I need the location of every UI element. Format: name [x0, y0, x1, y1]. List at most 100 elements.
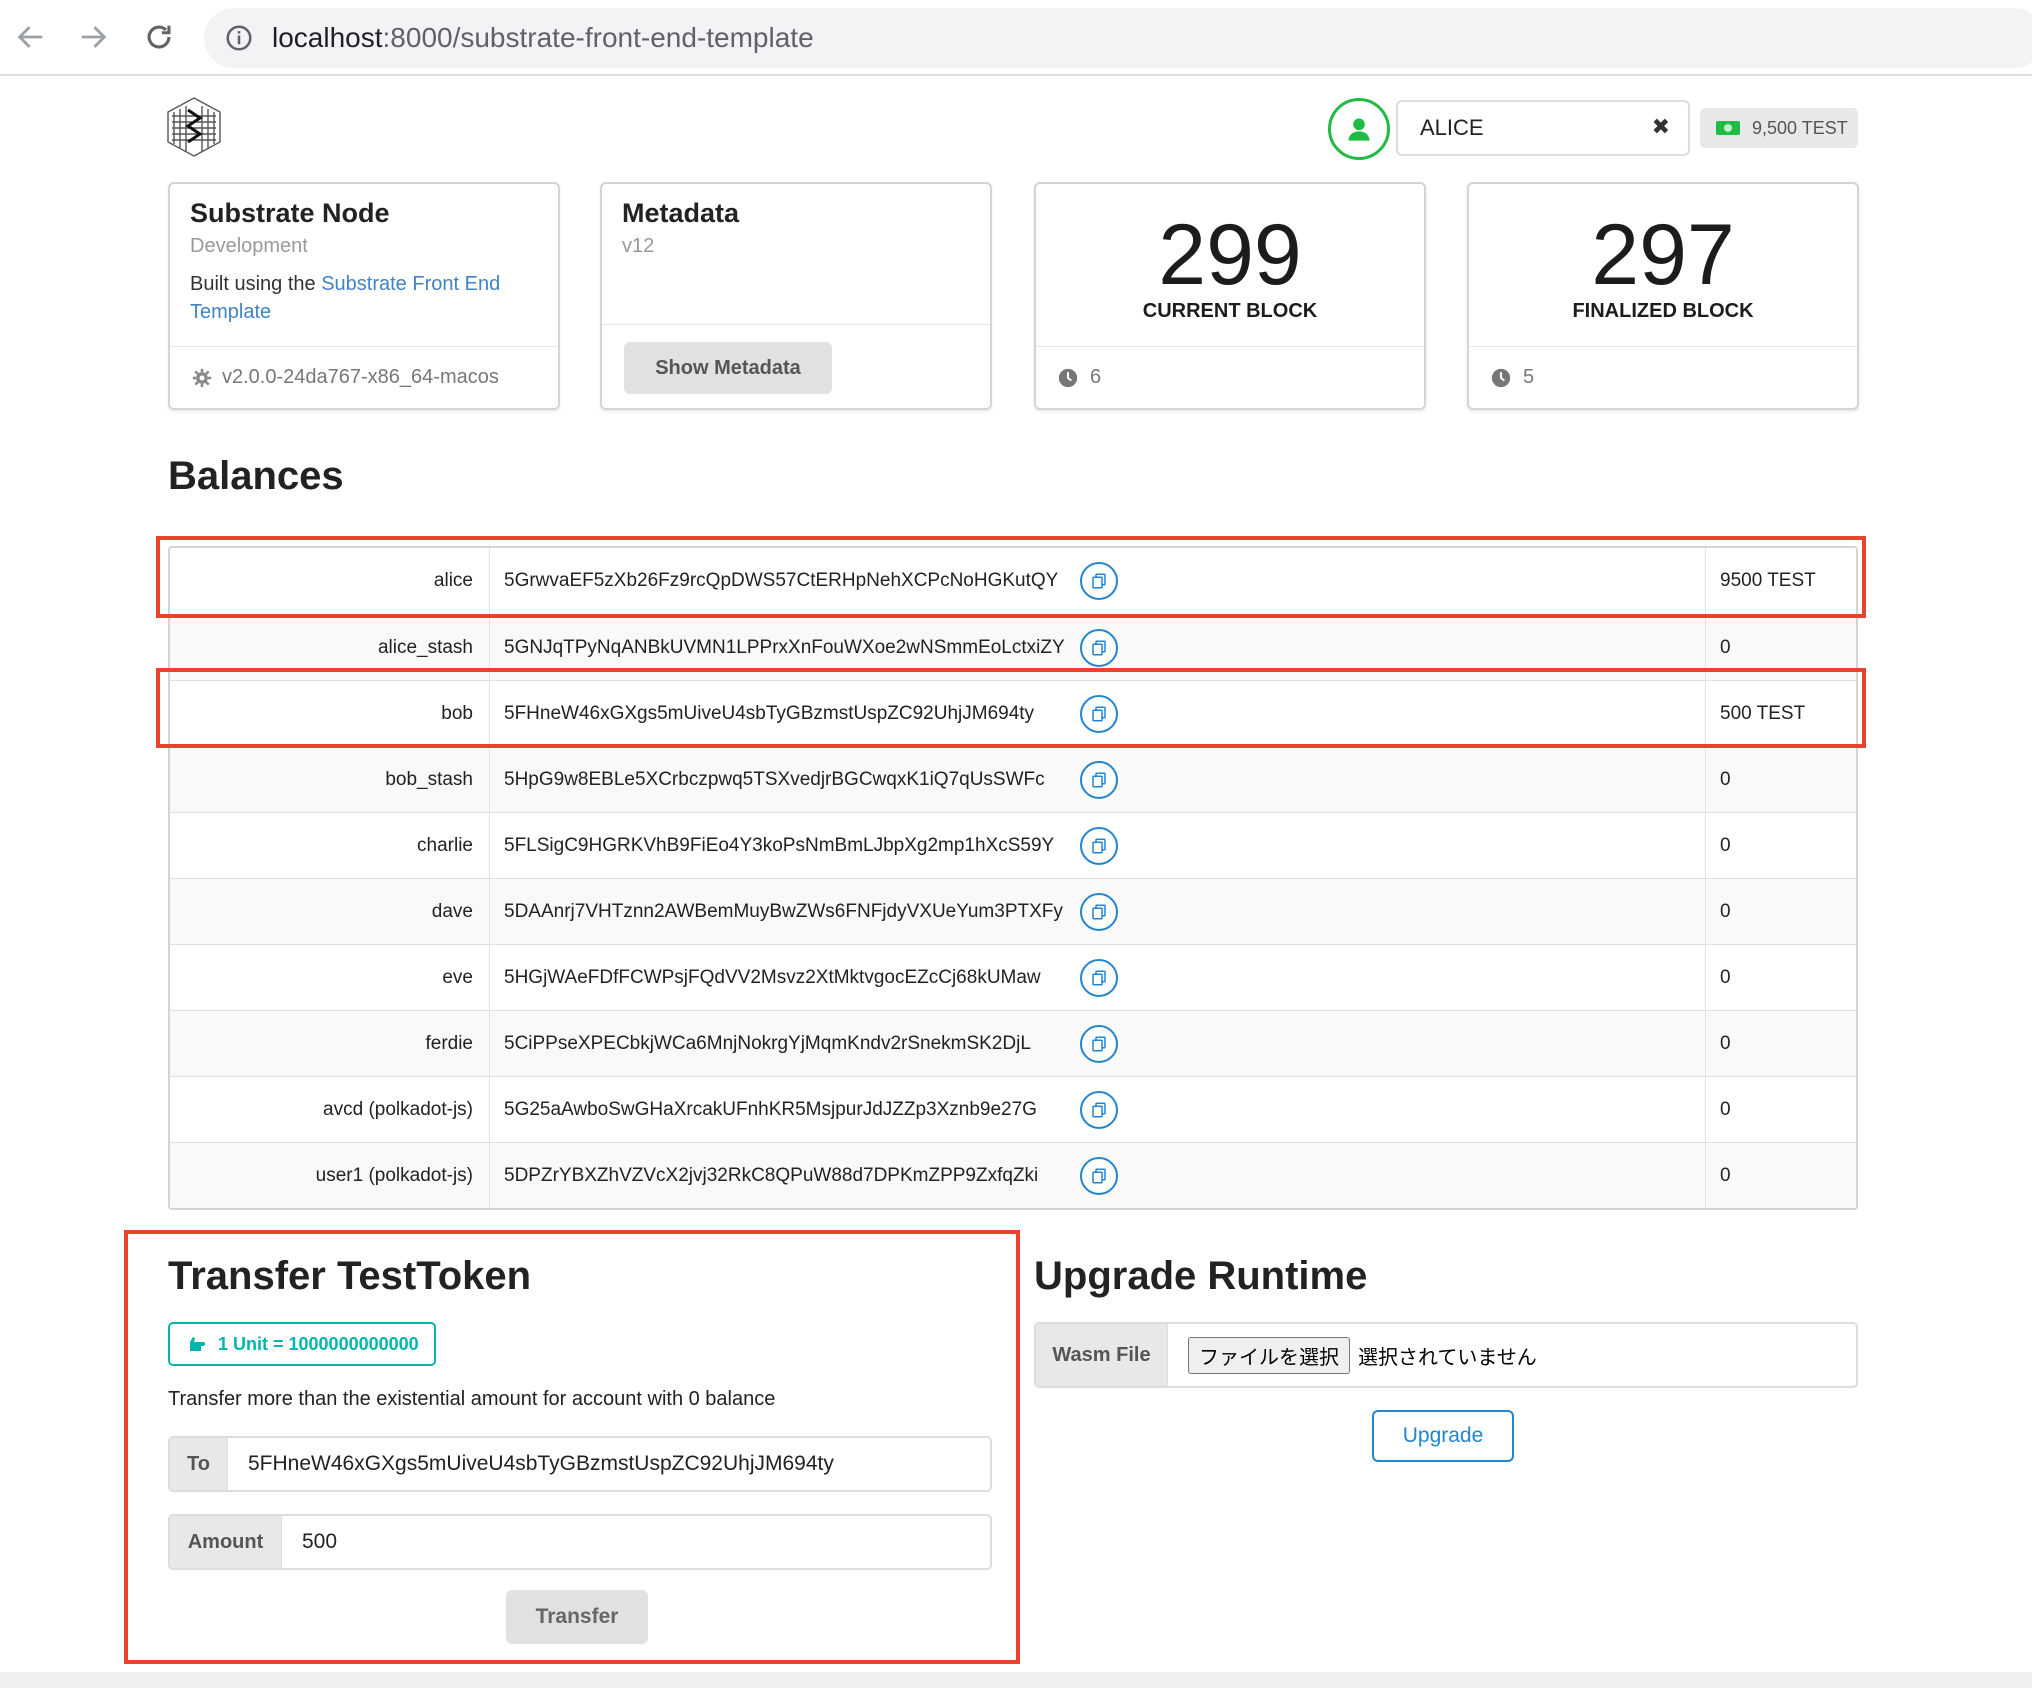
account-balance-cell: 0 [1706, 614, 1856, 680]
address-bar[interactable]: localhost:8000/substrate-front-end-templ… [204, 8, 2032, 68]
table-row: charlie 5FLSigC9HGRKVhB9FiEo4Y3koPsNmBmLJ… [170, 812, 1856, 878]
table-row: ferdie 5CiPPseXPECbkjWCa6MnjNokrgYjMqmKnd… [170, 1010, 1856, 1076]
copy-icon [1092, 970, 1106, 985]
unit-info-label: 1 Unit = 1000000000000 [168, 1322, 436, 1366]
metadata-version: v12 [622, 235, 655, 257]
account-address-cell: 5HGjWAeFDfFCWPsjFQdVV2Msvz2XtMktvgocEZcC… [490, 944, 1080, 1010]
account-address-cell: 5FHneW46xGXgs5mUiveU4sbTyGBzmstUspZC92Uh… [490, 680, 1080, 746]
account-name-cell: bob_stash [170, 746, 490, 812]
copy-icon [1092, 1102, 1106, 1117]
copy-address-button[interactable] [1080, 628, 1118, 667]
divider [602, 324, 990, 325]
node-description: Built using the Substrate Front End Temp… [190, 270, 538, 326]
metadata-title: Metadata [622, 198, 740, 228]
substrate-logo [167, 97, 221, 157]
unit-info-text: 1 Unit = 1000000000000 [218, 1333, 419, 1354]
clock-icon [1491, 368, 1511, 387]
copy-address-button[interactable] [1080, 958, 1118, 997]
account-name-cell: dave [170, 878, 490, 944]
account-dropdown[interactable]: ALICE ✖ [1396, 100, 1690, 156]
account-name-cell: bob [170, 680, 490, 746]
forward-button[interactable] [70, 14, 116, 60]
copy-cell [1080, 614, 1706, 680]
copy-icon [1092, 904, 1106, 919]
copy-address-button[interactable] [1080, 1090, 1118, 1129]
account-selected-value: ALICE [1420, 115, 1484, 140]
user-icon [1348, 118, 1370, 141]
account-name-cell: alice_stash [170, 614, 490, 680]
account-balance-cell: 0 [1706, 1142, 1856, 1208]
account-name-cell: ferdie [170, 1010, 490, 1076]
account-balance-cell: 9500 TEST [1720, 570, 1816, 591]
table-row: alice 5GrwvaEF5zXb26Fz9rcQpDWS57CtERHpNeh… [170, 548, 1856, 614]
node-version-footer: v2.0.0-24da767-x86_64-macos [170, 346, 558, 408]
table-row: avcd (polkadot-js) 5G25aAwboSwGHaXrcakUFn… [170, 1076, 1856, 1142]
account-address-cell: 5DAAnrj7VHTznn2AWBemMuyBwZWs6FNFjdyVXUeY… [490, 878, 1080, 944]
reload-icon [147, 25, 171, 49]
copy-address-button[interactable] [1080, 760, 1118, 799]
upgrade-heading: Upgrade Runtime [1034, 1254, 1368, 1298]
current-block-timer: 6 [1090, 366, 1102, 388]
choose-file-button[interactable]: ファイルを選択 [1188, 1336, 1350, 1374]
copy-address-button[interactable] [1080, 562, 1118, 600]
metadata-card: Metadata v12 Show Metadata [600, 182, 992, 410]
copy-icon [1092, 706, 1106, 721]
account-address-cell: 5G25aAwboSwGHaXrcakUFnhKR5MsjpurJdJZZp3X… [490, 1076, 1080, 1142]
balances-heading: Balances [168, 454, 344, 498]
account-address-cell: 5HpG9w8EBLe5XCrbczpwq5TSXvedjrBGCwqxK1iQ… [490, 746, 1080, 812]
back-button[interactable] [8, 14, 54, 60]
clear-icon[interactable]: ✖ [1652, 114, 1670, 140]
balances-table: alice 5GrwvaEF5zXb26Fz9rcQpDWS57CtERHpNeh… [168, 546, 1858, 1210]
page-bottom-strip [0, 1672, 2032, 1688]
account-name-cell: eve [170, 944, 490, 1010]
node-desc-prefix: Built using the [190, 273, 322, 295]
node-title: Substrate Node [190, 198, 390, 228]
account-balance-cell: 0 [1706, 812, 1856, 878]
copy-icon [1092, 1168, 1106, 1183]
copy-cell [1080, 1142, 1706, 1208]
account-avatar[interactable] [1328, 98, 1390, 160]
copy-icon [1092, 838, 1106, 853]
info-icon[interactable] [224, 23, 254, 53]
account-address-cell: 5GrwvaEF5zXb26Fz9rcQpDWS57CtERHpNehXCPcN… [504, 570, 1059, 591]
finalized-block-footer: 5 [1469, 346, 1857, 408]
node-meta: Development [190, 235, 308, 257]
copy-address-button[interactable] [1080, 694, 1118, 733]
reload-button[interactable] [136, 14, 182, 60]
copy-cell [1080, 878, 1706, 944]
transfer-heading: Transfer TestToken [168, 1254, 532, 1298]
current-block-value: 299 [1158, 207, 1302, 303]
transfer-button[interactable]: Transfer [506, 1590, 648, 1644]
finalized-block-value: 297 [1591, 207, 1735, 303]
url-host: localhost [272, 22, 383, 53]
account-address-cell: 5DPZrYBXZhVZVcX2jvj32RkC8QPuW88d7DPKmZPP… [490, 1142, 1080, 1208]
copy-address-button[interactable] [1080, 826, 1118, 865]
account-balance-cell: 0 [1706, 1010, 1856, 1076]
hand-pointing-icon [185, 1337, 205, 1351]
url-text: localhost:8000/substrate-front-end-templ… [272, 22, 814, 54]
wasm-file-input[interactable]: ファイルを選択 選択されていません [1168, 1324, 1856, 1386]
account-balance-cell: 0 [1706, 746, 1856, 812]
upgrade-button[interactable]: Upgrade [1372, 1410, 1514, 1462]
account-address-cell: 5GNJqTPyNqANBkUVMN1LPPrxXnFouWXoe2wNSmmE… [490, 614, 1080, 680]
to-address-input[interactable]: 5FHneW46xGXgs5mUiveU4sbTyGBzmstUspZC92Uh… [228, 1438, 990, 1490]
copy-address-button[interactable] [1080, 1024, 1118, 1063]
browser-toolbar: localhost:8000/substrate-front-end-templ… [0, 0, 2032, 76]
account-balance-cell: 0 [1706, 878, 1856, 944]
copy-address-button[interactable] [1080, 892, 1118, 931]
node-info-card: Substrate Node Development Built using t… [168, 182, 560, 410]
show-metadata-button[interactable]: Show Metadata [624, 342, 832, 394]
finalized-block-timer: 5 [1523, 366, 1535, 388]
to-input-group: To 5FHneW46xGXgs5mUiveU4sbTyGBzmstUspZC9… [168, 1436, 992, 1492]
copy-cell [1080, 1076, 1706, 1142]
account-name-cell: charlie [170, 812, 490, 878]
current-block-footer: 6 [1036, 346, 1424, 408]
copy-cell [1080, 812, 1706, 878]
account-name-cell: user1 (polkadot-js) [170, 1142, 490, 1208]
copy-cell [1080, 680, 1706, 746]
account-balance-cell: 0 [1706, 944, 1856, 1010]
table-row: alice_stash 5GNJqTPyNqANBkUVMN1LPPrxXnFou… [170, 614, 1856, 680]
copy-address-button[interactable] [1080, 1156, 1118, 1195]
amount-input[interactable]: 500 [282, 1516, 990, 1568]
account-balance-badge: 9,500 TEST [1700, 108, 1858, 148]
